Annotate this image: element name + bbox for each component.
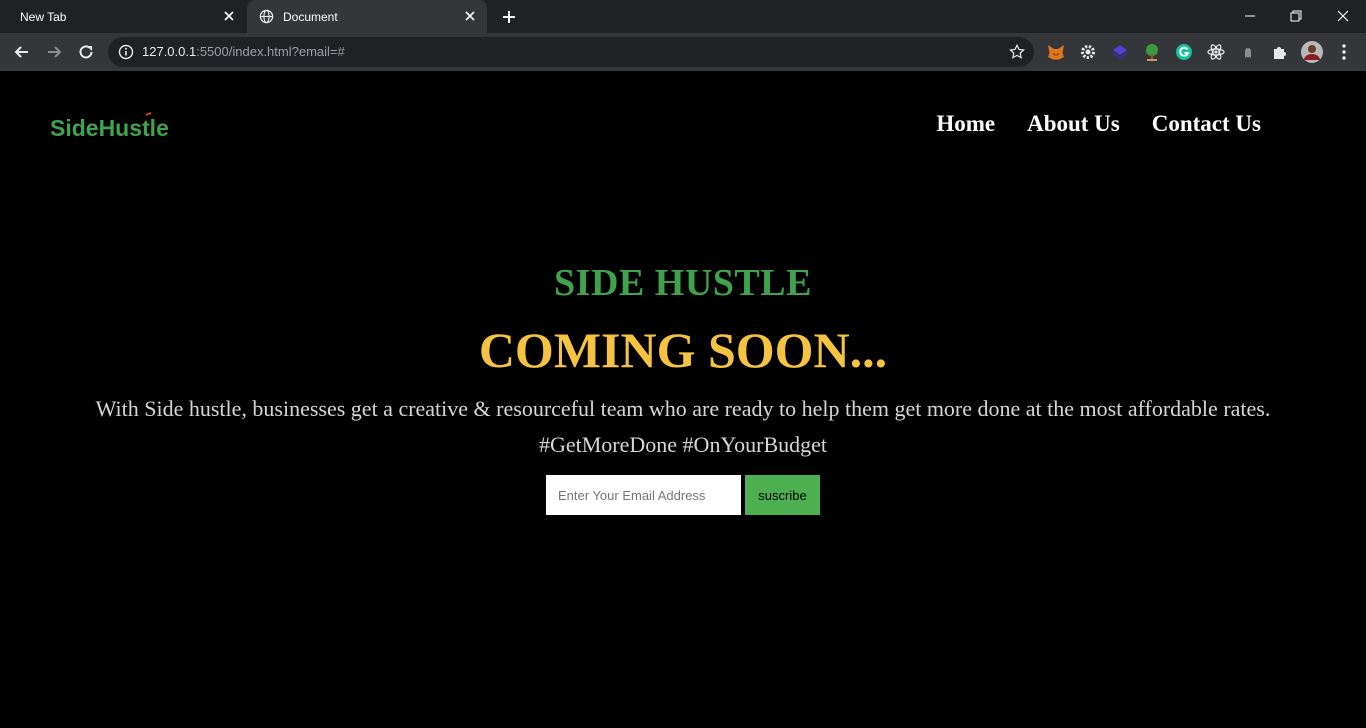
react-devtools-icon[interactable]	[1206, 42, 1226, 62]
close-window-icon[interactable]	[1333, 6, 1353, 26]
nav-contact-us[interactable]: Contact Us	[1152, 111, 1261, 137]
logo-text: SideHustle	[50, 115, 169, 141]
extensions-puzzle-icon[interactable]	[1270, 42, 1290, 62]
metamask-fox-icon[interactable]	[1046, 42, 1066, 62]
subscribe-form: suscribe	[546, 475, 820, 515]
grammarly-icon[interactable]	[1174, 42, 1194, 62]
globe-icon	[259, 9, 274, 27]
layers-extension-icon[interactable]	[1110, 42, 1130, 62]
browser-menu-icon[interactable]	[1334, 42, 1354, 62]
minimize-icon[interactable]	[1240, 6, 1260, 26]
tab-new-tab[interactable]: New Tab	[0, 0, 246, 33]
new-tab-plus-icon[interactable]	[500, 8, 518, 26]
back-arrow-icon[interactable]	[12, 42, 32, 62]
bookmark-star-icon[interactable]	[1008, 43, 1026, 66]
ghost-extension-icon[interactable]	[1238, 42, 1258, 62]
tree-extension-icon[interactable]	[1142, 42, 1162, 62]
address-bar[interactable]: 127.0.0.1:5500/index.html?email=#	[108, 37, 1034, 67]
url-text[interactable]: 127.0.0.1:5500/index.html?email=#	[142, 37, 345, 67]
site-info-icon[interactable]	[118, 44, 134, 65]
gear-extension-icon[interactable]	[1078, 42, 1098, 62]
reload-icon[interactable]	[76, 42, 96, 62]
tab-title: New Tab	[20, 9, 67, 24]
url-host: 127.0.0.1	[142, 44, 197, 59]
restore-icon[interactable]	[1286, 6, 1306, 26]
tab-title: Document	[283, 9, 338, 24]
nav-home[interactable]: Home	[936, 111, 995, 137]
profile-avatar[interactable]	[1301, 41, 1323, 63]
email-input[interactable]	[546, 475, 741, 515]
page-viewport: SideHustle Home About Us Contact Us SIDE…	[0, 71, 1366, 728]
browser-toolbar: 127.0.0.1:5500/index.html?email=#	[0, 33, 1366, 71]
tab-document[interactable]: Document	[247, 0, 487, 33]
coming-soon-heading: COMING SOON...	[478, 322, 888, 378]
hero-title: SIDE HUSTLE	[554, 262, 812, 304]
hero-description: With Side hustle, businesses get a creat…	[0, 391, 1366, 463]
close-tab-icon[interactable]	[463, 9, 477, 23]
description-line: With Side hustle, businesses get a creat…	[95, 396, 1271, 421]
close-tab-icon[interactable]	[222, 9, 236, 23]
sidehustle-logo[interactable]: SideHustle	[50, 111, 180, 150]
main-nav: Home About Us Contact Us	[936, 111, 1261, 137]
forward-arrow-icon[interactable]	[44, 42, 64, 62]
url-path: :5500/index.html?email=#	[196, 44, 345, 59]
nav-about-us[interactable]: About Us	[1027, 111, 1120, 137]
hashtags-line: #GetMoreDone #OnYourBudget	[538, 432, 828, 457]
subscribe-button[interactable]: suscribe	[745, 475, 820, 515]
browser-tab-bar: New Tab Document	[0, 0, 1366, 33]
